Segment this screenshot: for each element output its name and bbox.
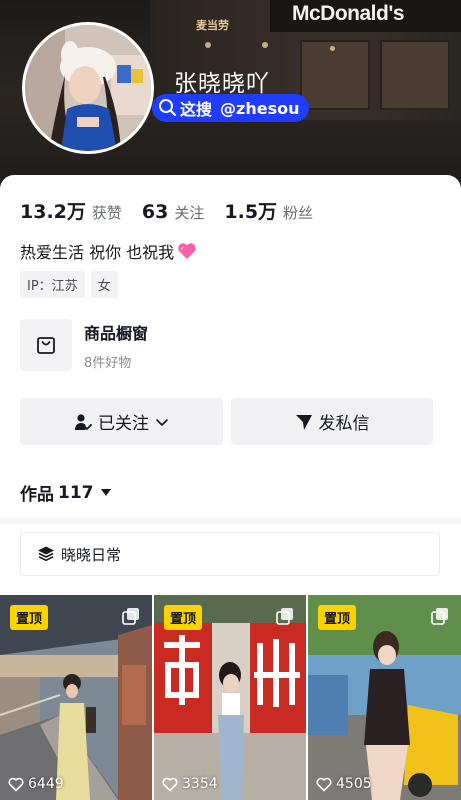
profile-stats: 13.2万 获赞 63 关注 1.5万 粉丝 — [20, 197, 333, 224]
heart-outline-icon — [162, 777, 178, 791]
stat-likes[interactable]: 13.2万 获赞 — [20, 197, 122, 224]
profile-nickname: 张晓晓吖 — [174, 71, 270, 97]
product-showcase-entry[interactable]: 商品橱窗 8件好物 — [20, 319, 148, 371]
video-likes: 4505 — [316, 776, 372, 792]
send-arrow-icon — [295, 414, 312, 430]
works-tab-header[interactable]: 作品 117 — [20, 480, 112, 505]
video-likes: 3354 — [162, 776, 218, 792]
video-likes: 6449 — [8, 776, 64, 792]
video-thumbnail[interactable]: 置顶 4505 — [308, 595, 461, 800]
pinned-badge: 置顶 — [10, 605, 49, 630]
heart-outline-icon — [8, 777, 24, 791]
followed-button-label: 已关注 — [98, 414, 149, 434]
section-divider — [0, 518, 461, 524]
pinned-badge: 置顶 — [318, 605, 357, 630]
shop-subtitle: 8件好物 — [84, 355, 132, 371]
stat-value: 13.2万 — [20, 201, 86, 223]
profile-header-banner: McDonald's 麦当劳 张晓晓吖 这搜 @zhesou — [0, 0, 461, 200]
person-check-icon — [74, 413, 92, 430]
works-label: 作品 — [20, 485, 54, 505]
layers-icon — [38, 546, 54, 562]
pinned-badge: 置顶 — [164, 605, 203, 630]
works-count: 117 — [58, 482, 94, 503]
avatar[interactable] — [22, 22, 154, 154]
stat-followers[interactable]: 1.5万 粉丝 — [224, 197, 313, 224]
multi-image-icon — [122, 608, 139, 625]
profile-tags: IP：江苏 女 — [20, 271, 124, 298]
collection-label: 晓晓日常 — [61, 545, 122, 564]
banner-light — [205, 42, 211, 48]
banner-window — [300, 40, 370, 110]
search-icon — [159, 99, 177, 117]
stat-following[interactable]: 63 关注 — [142, 201, 204, 223]
send-message-button[interactable]: 发私信 — [231, 398, 433, 445]
video-likes-count: 6449 — [28, 776, 64, 792]
banner-window — [380, 40, 450, 110]
search-pill[interactable]: 这搜 @zhesou — [152, 94, 310, 122]
multi-image-icon — [431, 608, 448, 625]
profile-actions: 已关注 发私信 — [20, 398, 433, 445]
search-pill-handle: @zhesou — [220, 98, 300, 118]
followed-button[interactable]: 已关注 — [20, 398, 223, 445]
search-pill-prefix: 这搜 — [180, 100, 213, 119]
collection-entry[interactable]: 晓晓日常 — [20, 532, 440, 576]
multi-image-icon — [276, 608, 293, 625]
video-likes-count: 3354 — [182, 776, 218, 792]
chevron-down-icon — [156, 418, 168, 426]
stat-label: 粉丝 — [283, 204, 314, 222]
video-grid: 置顶 6449 置顶 3354 置顶 4505 — [0, 595, 461, 800]
stat-value: 63 — [141, 201, 169, 223]
pink-heart-icon — [178, 243, 197, 259]
tag-ip-location: IP：江苏 — [20, 271, 85, 298]
banner-small-sign-text: 麦当劳 — [196, 19, 229, 32]
profile-bio: 热爱生活 祝你 也祝我 — [20, 239, 197, 263]
bio-text: 热爱生活 祝你 也祝我 — [20, 243, 175, 262]
tag-gender: 女 — [90, 271, 118, 298]
stat-value: 1.5万 — [224, 201, 278, 223]
shop-title: 商品橱窗 — [84, 323, 149, 343]
banner-light — [262, 42, 268, 48]
banner-light — [330, 46, 335, 51]
banner-sign-text: McDonald's — [292, 2, 405, 25]
video-thumbnail[interactable]: 置顶 6449 — [0, 595, 152, 800]
shop-icon-box — [20, 319, 72, 371]
caret-down-icon — [100, 488, 111, 496]
video-thumbnail[interactable]: 置顶 3354 — [154, 595, 306, 800]
stat-label: 关注 — [174, 204, 205, 222]
profile-card: 13.2万 获赞 63 关注 1.5万 粉丝 热爱生活 祝你 也祝我 IP：江苏… — [0, 175, 461, 800]
heart-outline-icon — [316, 777, 332, 791]
send-message-button-label: 发私信 — [318, 414, 370, 434]
video-likes-count: 4505 — [336, 776, 372, 792]
stat-label: 获赞 — [91, 204, 122, 222]
shopping-bag-icon — [37, 337, 55, 354]
